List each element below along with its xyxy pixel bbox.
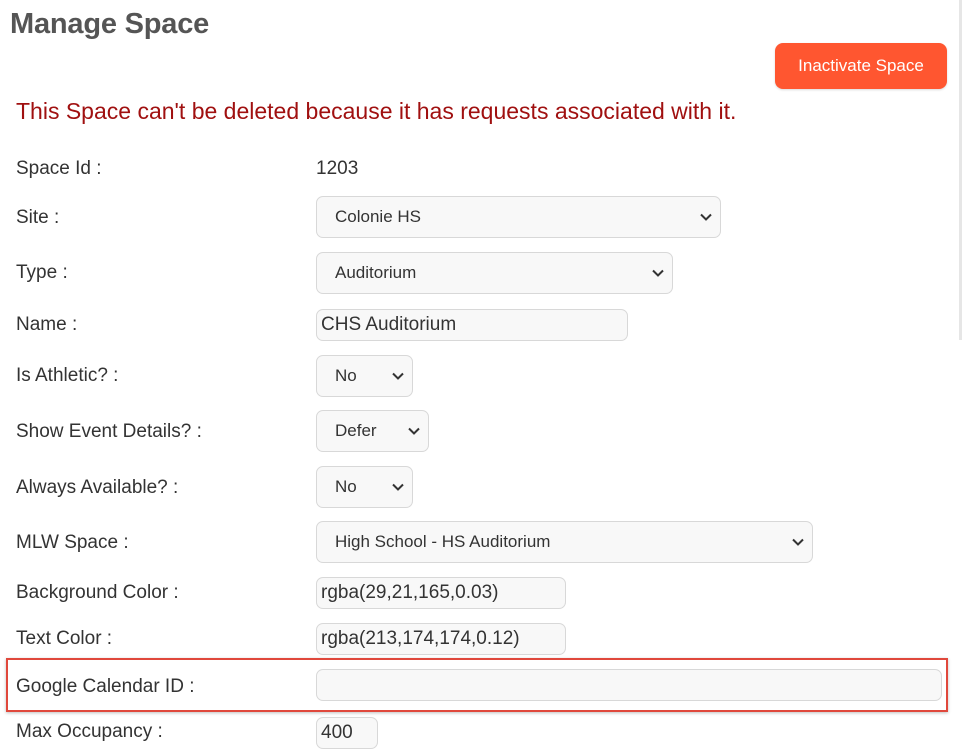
text-color-label: Text Color : [16, 628, 113, 649]
always-available-label: Always Available? : [16, 477, 179, 498]
chevron-down-icon [652, 267, 664, 279]
chevron-down-icon [392, 370, 404, 382]
chevron-down-icon [392, 481, 404, 493]
type-selected-value: Auditorium [335, 263, 417, 282]
background-color-label: Background Color : [16, 582, 179, 603]
chevron-down-icon [700, 211, 712, 223]
show-event-details-label: Show Event Details? : [16, 421, 202, 442]
site-selected-value: Colonie HS [335, 207, 421, 226]
space-id-value: 1203 [316, 158, 359, 179]
page-title: Manage Space [10, 8, 210, 40]
type-label: Type : [16, 262, 68, 283]
site-label: Site : [16, 207, 60, 228]
google-calendar-id-input[interactable] [316, 669, 942, 701]
type-select[interactable]: Auditorium [316, 252, 673, 294]
site-select[interactable]: Colonie HS [316, 196, 721, 238]
mlw-space-select[interactable]: High School - HS Auditorium [316, 521, 813, 563]
name-input[interactable] [316, 309, 628, 341]
name-label: Name : [16, 314, 78, 335]
background-color-input[interactable] [316, 577, 566, 609]
always-available-selected-value: No [335, 477, 357, 496]
warning-message: This Space can't be deleted because it h… [16, 98, 737, 124]
max-occupancy-input[interactable] [316, 717, 378, 749]
mlw-space-selected-value: High School - HS Auditorium [335, 532, 551, 551]
is-athletic-label: Is Athletic? : [16, 365, 119, 386]
is-athletic-selected-value: No [335, 366, 357, 385]
always-available-select[interactable]: No [316, 466, 413, 508]
max-occupancy-label: Max Occupancy : [16, 721, 163, 742]
space-id-label: Space Id : [16, 158, 102, 179]
is-athletic-select[interactable]: No [316, 355, 413, 397]
mlw-space-label: MLW Space : [16, 532, 129, 553]
text-color-input[interactable] [316, 623, 566, 655]
google-calendar-id-label: Google Calendar ID : [16, 676, 195, 697]
chevron-down-icon [792, 536, 804, 548]
show-event-details-select[interactable]: Defer [316, 410, 429, 452]
chevron-down-icon [408, 425, 420, 437]
inactivate-space-button[interactable]: Inactivate Space [775, 43, 947, 89]
show-event-details-selected-value: Defer [335, 421, 377, 440]
